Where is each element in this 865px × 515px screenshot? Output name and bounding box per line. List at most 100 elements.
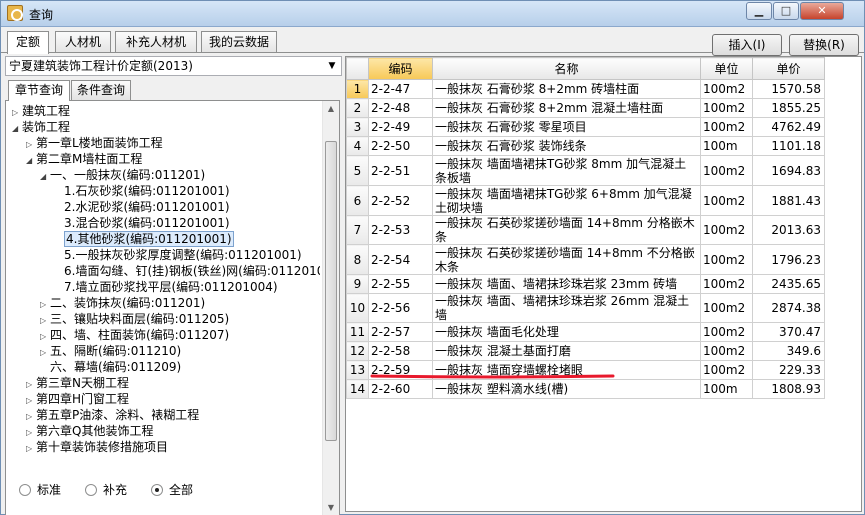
tab-supplementary-lmm[interactable]: 补充人材机: [115, 31, 197, 53]
tree-node[interactable]: ▷ 三、镶贴块料面层(编码:011205): [40, 311, 229, 327]
table-row[interactable]: 8 2-2-54 一般抹灰 石英砂浆搓砂墙面 14+8mm 不分格嵌木条 100m2 1…: [346, 244, 825, 275]
expanded-arrow-icon[interactable]: ◢: [12, 121, 22, 137]
tree-node[interactable]: 1.石灰砂浆(编码:011201001): [54, 183, 230, 199]
table-row[interactable]: 9 2-2-55 一般抹灰 墙面、墙裙抹珍珠岩浆 23mm 砖墙 100m2 2435.…: [346, 274, 825, 294]
expanded-arrow-icon[interactable]: ◢: [26, 153, 36, 169]
insert-button[interactable]: 插入(I): [712, 34, 782, 56]
cell-code: 2-2-56: [368, 293, 433, 323]
table-row[interactable]: 14 2-2-60 一般抹灰 塑料滴水线(槽) 100m 1808.93: [346, 379, 825, 399]
quota-table: 编码 名称 单位 单价 1 2-2-47 一般抹灰 石膏砂浆 8+2mm 砖墙柱面 1…: [346, 57, 825, 399]
tree-node[interactable]: 6.墙面勾缝、钉(挂)钢板(铁丝)网(编码:011201002): [54, 263, 320, 279]
close-icon[interactable]: ✕: [800, 2, 844, 20]
tab-my-cloud-data[interactable]: 我的云数据: [201, 31, 277, 53]
radio-standard-dot: [19, 484, 31, 496]
tree-node[interactable]: ◢ 一、一般抹灰(编码:011201): [40, 167, 205, 183]
table-row[interactable]: 7 2-2-53 一般抹灰 石英砂浆搓砂墙面 14+8mm 分格嵌木条 100m2 20…: [346, 215, 825, 245]
cell-name: 一般抹灰 塑料滴水线(槽): [432, 379, 701, 399]
tree-node[interactable]: 2.水泥砂浆(编码:011201001): [54, 199, 230, 215]
tab-labor-material-machine[interactable]: 人材机: [55, 31, 111, 53]
cell-code: 2-2-47: [368, 79, 433, 99]
table-row[interactable]: 11 2-2-57 一般抹灰 墙面毛化处理 100m2 370.47: [346, 322, 825, 342]
scroll-down-icon[interactable]: ▼: [323, 500, 339, 515]
table-row[interactable]: 1 2-2-47 一般抹灰 石膏砂浆 8+2mm 砖墙柱面 100m2 1570.58: [346, 79, 825, 99]
row-number: 4: [346, 136, 369, 156]
cell-unit: 100m2: [700, 155, 753, 186]
tree-node-label: 装饰工程: [22, 120, 71, 134]
tab-chapter-query[interactable]: 章节查询: [8, 80, 70, 101]
table-row[interactable]: 12 2-2-58 一般抹灰 混凝土基面打磨 100m2 349.6: [346, 341, 825, 361]
row-number: 6: [346, 185, 369, 216]
row-number: 13: [346, 360, 369, 380]
header-name[interactable]: 名称: [432, 57, 701, 80]
cell-price: 2435.65: [752, 274, 825, 294]
expanded-arrow-icon[interactable]: ◢: [40, 169, 50, 185]
cell-price: 4762.49: [752, 117, 825, 137]
cell-name: 一般抹灰 墙面墙裙抹TG砂浆 6+8mm 加气混凝土砌块墙: [432, 185, 701, 216]
tree-node[interactable]: ▷ 第四章H门窗工程: [26, 391, 129, 407]
quota-library-value: 宁夏建筑装饰工程计价定额(2013): [9, 59, 193, 73]
tree-node-label: 第五章P油漆、涂料、裱糊工程: [36, 408, 200, 422]
radio-all[interactable]: 全部: [151, 482, 193, 498]
table-row[interactable]: 6 2-2-52 一般抹灰 墙面墙裙抹TG砂浆 6+8mm 加气混凝土砌块墙 100m…: [346, 185, 825, 216]
row-number: 10: [346, 293, 369, 323]
tree-node-label: 六、幕墙(编码:011209): [50, 360, 182, 374]
scroll-up-icon[interactable]: ▲: [323, 101, 339, 117]
table-row[interactable]: 2 2-2-48 一般抹灰 石膏砂浆 8+2mm 混凝土墙柱面 100m2 1855.2…: [346, 98, 825, 118]
tab-quota[interactable]: 定额: [7, 31, 49, 54]
row-number: 8: [346, 244, 369, 275]
tree-node[interactable]: ▷ 二、装饰抹灰(编码:011201): [40, 295, 205, 311]
radio-standard[interactable]: 标准: [19, 482, 61, 498]
minimize-icon[interactable]: ▁: [746, 2, 772, 20]
table-header-row: 编码 名称 单位 单价: [346, 57, 825, 80]
cell-name: 一般抹灰 石英砂浆搓砂墙面 14+8mm 不分格嵌木条: [432, 244, 701, 275]
cell-code: 2-2-50: [368, 136, 433, 156]
cell-name: 一般抹灰 石膏砂浆 装饰线条: [432, 136, 701, 156]
title-bar[interactable]: 查询 ▁ □ ✕: [1, 1, 864, 27]
cell-name: 一般抹灰 石膏砂浆 零星项目: [432, 117, 701, 137]
table-row[interactable]: 5 2-2-51 一般抹灰 墙面墙裙抹TG砂浆 8mm 加气混凝土条板墙 100m2 1…: [346, 155, 825, 186]
tree-node[interactable]: ▷ 第一章L楼地面装饰工程: [26, 135, 163, 151]
tree-node[interactable]: 5.一般抹灰砂浆厚度调整(编码:011201001): [54, 247, 302, 263]
tree-node[interactable]: ◢ 第二章M墙柱面工程: [26, 151, 142, 167]
cell-unit: 100m2: [700, 98, 753, 118]
tree-node[interactable]: 3.混合砂浆(编码:011201001): [54, 215, 230, 231]
tree-node[interactable]: 7.墙立面砂浆找平层(编码:011201004): [54, 279, 278, 295]
tree-node[interactable]: ▷ 第五章P油漆、涂料、裱糊工程: [26, 407, 199, 423]
table-row[interactable]: 4 2-2-50 一般抹灰 石膏砂浆 装饰线条 100m 1101.18: [346, 136, 825, 156]
header-unit[interactable]: 单位: [700, 57, 753, 80]
tree-node[interactable]: ▷ 五、隔断(编码:011210): [40, 343, 181, 359]
query-window: 查询 ▁ □ ✕ 定额 人材机 补充人材机 我的云数据 插入(I) 替换(R) …: [0, 0, 865, 515]
tab-condition-query[interactable]: 条件查询: [71, 80, 131, 100]
tree-node[interactable]: ◢ 装饰工程: [12, 119, 70, 135]
collapsed-arrow-icon[interactable]: ▷: [26, 441, 36, 457]
row-number: 9: [346, 274, 369, 294]
chevron-down-icon[interactable]: ▼: [325, 59, 339, 73]
radio-all-dot: [151, 484, 163, 496]
header-price[interactable]: 单价: [752, 57, 825, 80]
header-code[interactable]: 编码: [368, 57, 433, 80]
table-row[interactable]: 3 2-2-49 一般抹灰 石膏砂浆 零星项目 100m2 4762.49: [346, 117, 825, 137]
row-number: 14: [346, 379, 369, 399]
scroll-thumb[interactable]: [325, 141, 337, 441]
tree-node[interactable]: ▷ 第三章N天棚工程: [26, 375, 129, 391]
tree-node[interactable]: 六、幕墙(编码:011209): [40, 359, 181, 375]
tree-node-label: 建筑工程: [22, 104, 71, 118]
quota-library-select[interactable]: 宁夏建筑装饰工程计价定额(2013) ▼: [5, 56, 342, 76]
tree-node[interactable]: 4.其他砂浆(编码:011201001): [54, 231, 234, 247]
tree-node[interactable]: ▷ 第六章Q其他装饰工程: [26, 423, 153, 439]
cell-name: 一般抹灰 墙面墙裙抹TG砂浆 8mm 加气混凝土条板墙: [432, 155, 701, 186]
cell-name: 一般抹灰 石英砂浆搓砂墙面 14+8mm 分格嵌木条: [432, 215, 701, 245]
replace-button[interactable]: 替换(R): [789, 34, 859, 56]
maximize-icon[interactable]: □: [773, 2, 799, 20]
cell-code: 2-2-49: [368, 117, 433, 137]
tree-node[interactable]: ▷ 第十章装饰装修措施项目: [26, 439, 168, 455]
radio-supplementary[interactable]: 补充: [85, 482, 127, 498]
tree-node[interactable]: ▷ 四、墙、柱面装饰(编码:011207): [40, 327, 229, 343]
table-row[interactable]: 10 2-2-56 一般抹灰 墙面、墙裙抹珍珠岩浆 26mm 混凝土墙 100m2 28…: [346, 293, 825, 323]
cell-price: 370.47: [752, 322, 825, 342]
cell-price: 1855.25: [752, 98, 825, 118]
tree-scrollbar[interactable]: ▲ ▼: [322, 101, 339, 515]
tree-node[interactable]: ▷ 建筑工程: [12, 103, 70, 119]
cell-name: 一般抹灰 墙面、墙裙抹珍珠岩浆 23mm 砖墙: [432, 274, 701, 294]
tree-node-label: 第三章N天棚工程: [36, 376, 129, 390]
